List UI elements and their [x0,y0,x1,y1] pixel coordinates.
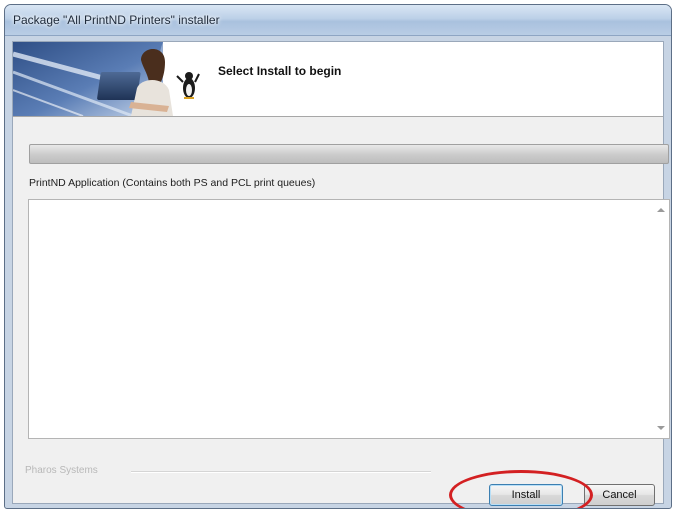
window-title: Package "All PrintND Printers" installer [13,13,220,27]
footer-divider [131,471,431,473]
component-description: PrintND Application (Contains both PS an… [29,177,316,189]
banner-illustration [13,42,211,116]
scroll-up-arrow-icon[interactable] [657,208,665,212]
vendor-group-label: Pharos Systems [25,465,98,476]
details-text-area[interactable] [28,199,670,439]
cancel-button[interactable]: Cancel [584,484,655,506]
install-button[interactable]: Install [489,484,563,506]
installer-window: Package "All PrintND Printers" installer [4,4,672,509]
banner-title: Select Install to begin [218,64,342,78]
scroll-down-arrow-icon[interactable] [657,426,665,430]
window-client-area: Select Install to begin PrintND Applicat… [12,41,670,508]
title-bar[interactable]: Package "All PrintND Printers" installer [5,5,671,36]
details-scrollbar[interactable] [653,200,669,438]
install-progress-bar [29,144,669,164]
header-banner: Select Install to begin [13,42,663,117]
